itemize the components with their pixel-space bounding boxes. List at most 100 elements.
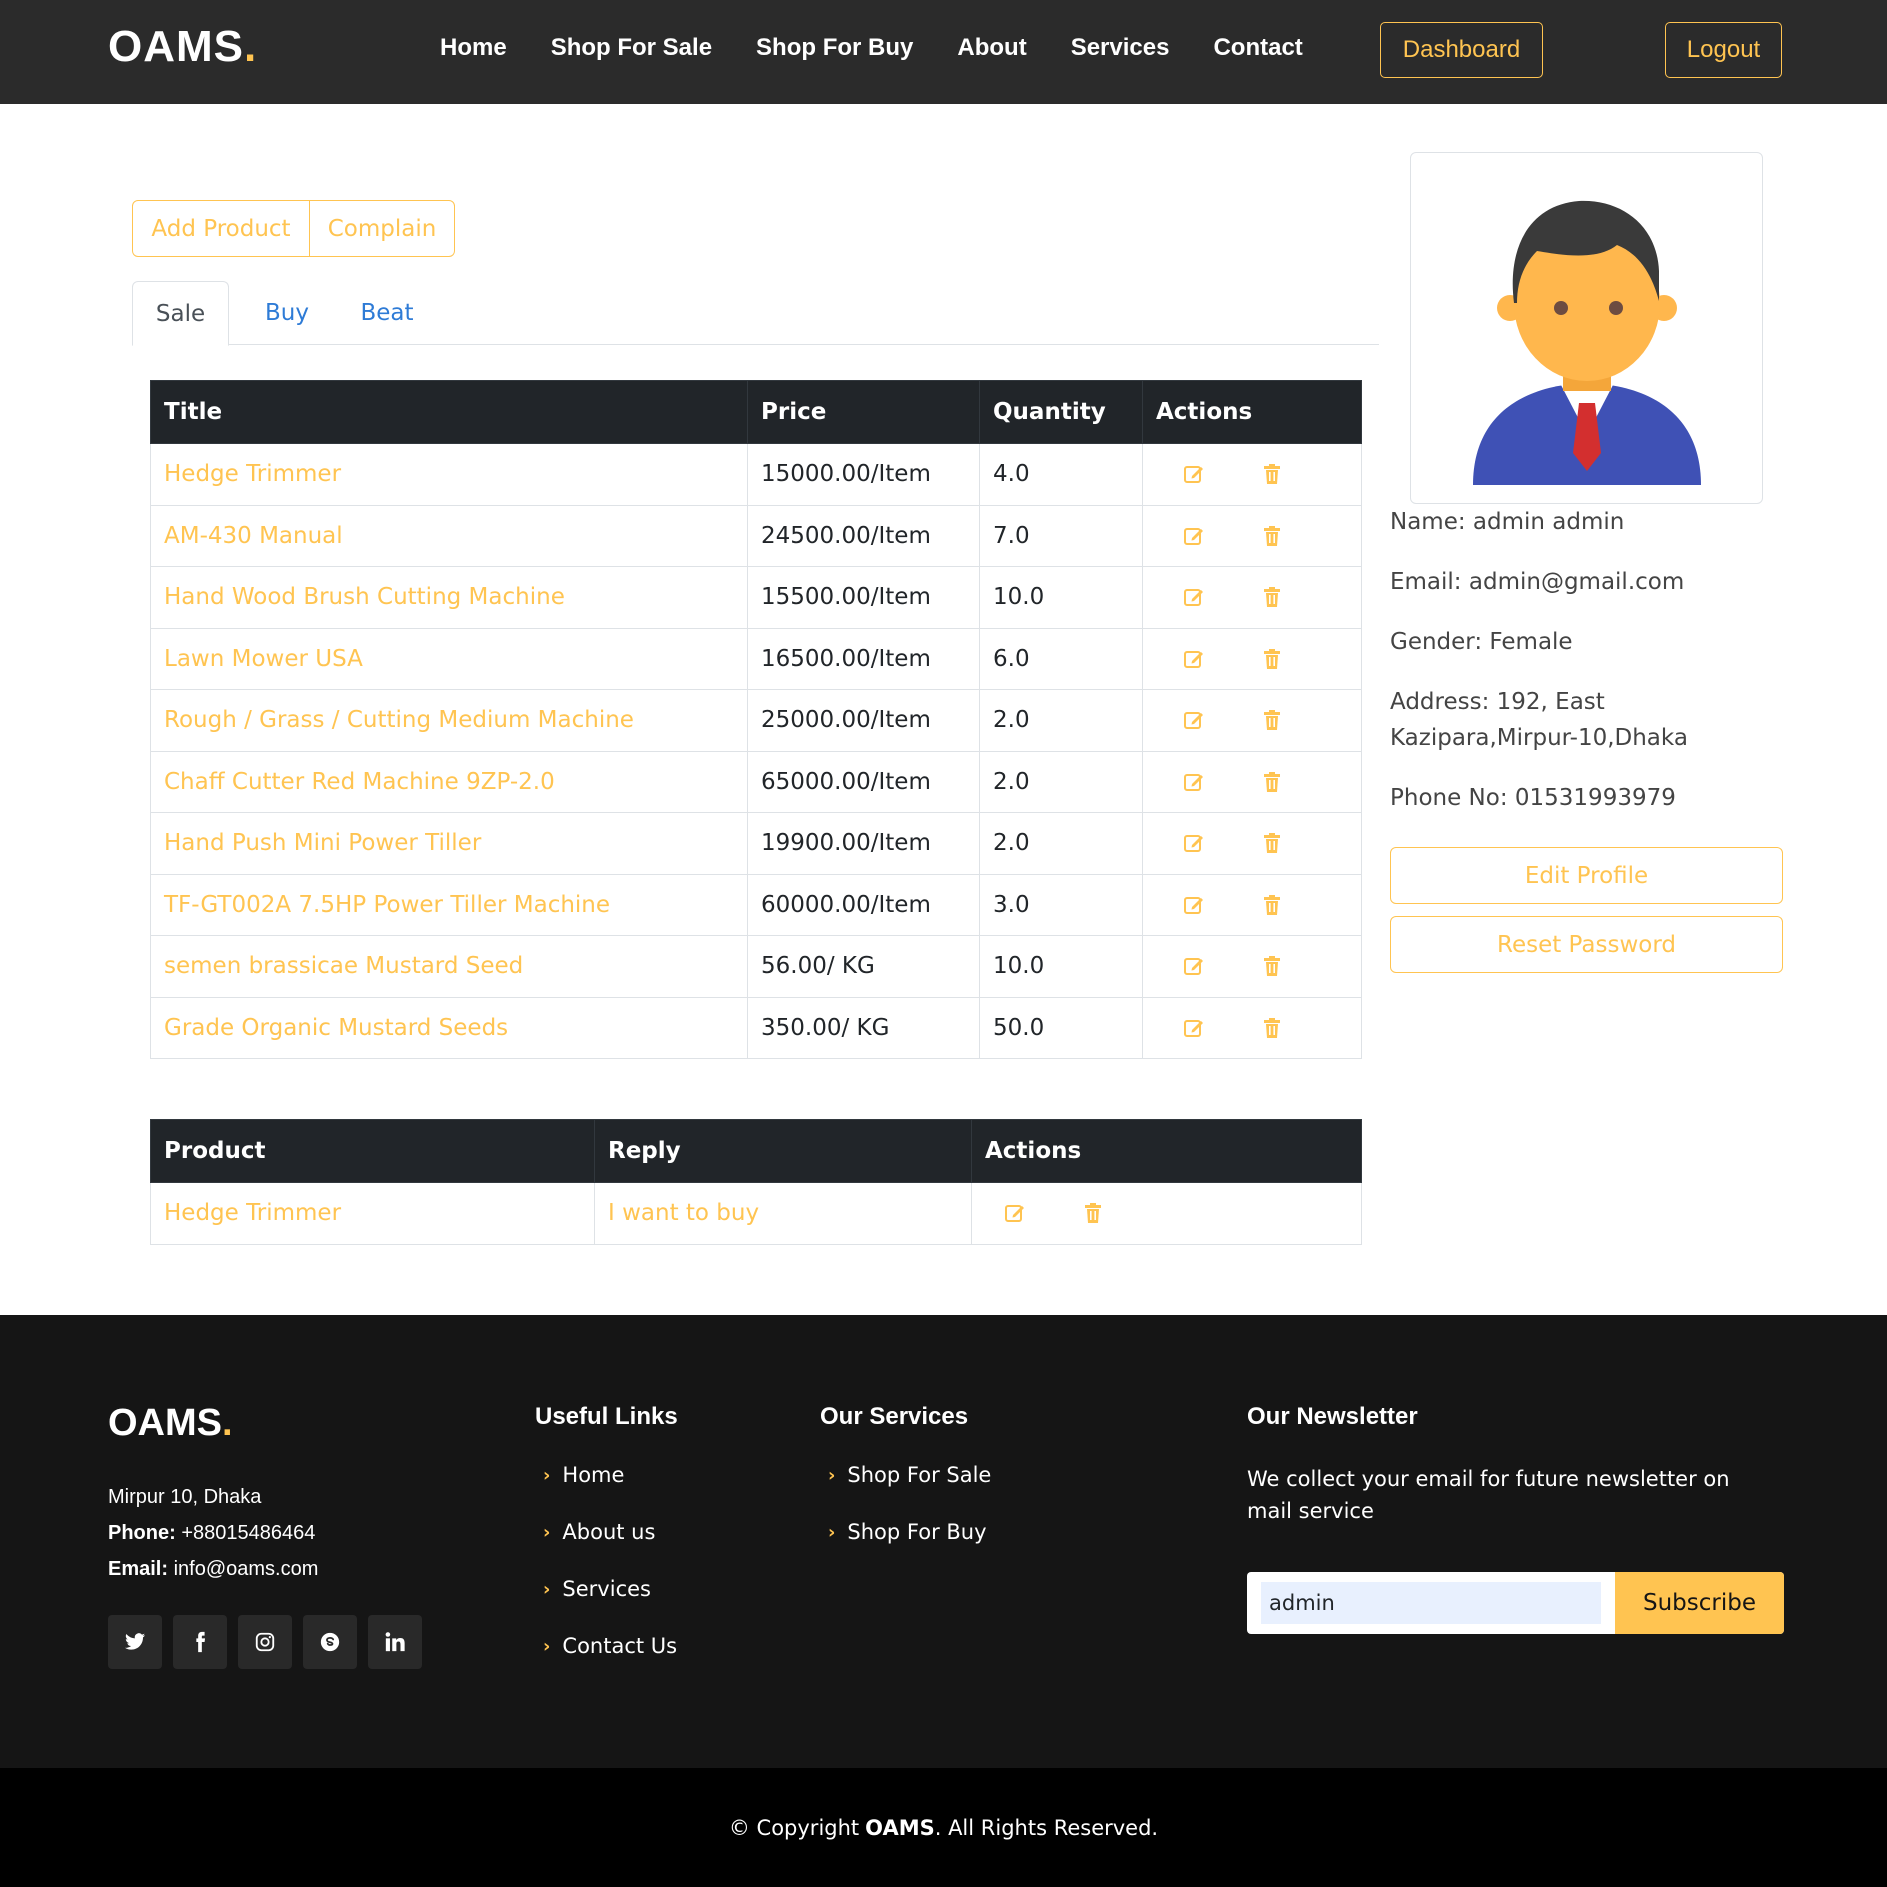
footer-link-label: Services (562, 1577, 651, 1601)
footer-link-label: About us (562, 1520, 656, 1544)
product-price: 15000.00/Item (747, 443, 980, 506)
instagram-icon[interactable] (238, 1615, 292, 1669)
table-row: Grade Organic Mustard Seeds 350.00/ KG 50.… (150, 996, 1362, 1059)
product-title-link[interactable]: Hand Push Mini Power Tiller (150, 812, 748, 875)
profile-phone: Phone No: 01531993979 (1390, 785, 1676, 811)
product-quantity: 10.0 (979, 935, 1143, 998)
delete-icon[interactable] (1260, 954, 1284, 978)
product-title-link[interactable]: semen brassicae Mustard Seed (150, 935, 748, 998)
edit-icon[interactable] (1182, 462, 1206, 486)
facebook-icon[interactable] (173, 1615, 227, 1669)
actions-cell (1142, 627, 1362, 690)
edit-icon[interactable] (1182, 770, 1206, 794)
product-title-link[interactable]: Rough / Grass / Cutting Medium Machine (150, 689, 748, 752)
copyright-brand: OAMS (865, 1815, 935, 1840)
dashboard-button[interactable]: Dashboard (1380, 22, 1543, 78)
column-header-quantity: Quantity (979, 380, 1143, 444)
edit-icon[interactable] (1182, 708, 1206, 732)
delete-icon[interactable] (1260, 893, 1284, 917)
table-row: Hedge Trimmer I want to buy (150, 1182, 1362, 1245)
add-product-button[interactable]: Add Product (133, 201, 310, 256)
nav-shop-for-buy[interactable]: Shop For Buy (756, 34, 913, 62)
edit-icon[interactable] (1182, 524, 1206, 548)
tab-beat[interactable]: Beat (342, 281, 432, 345)
delete-icon[interactable] (1260, 462, 1284, 486)
actions-cell (1142, 996, 1362, 1059)
footer-email-label: Email: (108, 1558, 169, 1580)
products-table: Title Price Quantity Actions Hedge Trimm… (150, 380, 1362, 1059)
edit-icon[interactable] (1182, 585, 1206, 609)
edit-icon[interactable] (1003, 1201, 1027, 1225)
reply-product-link[interactable]: Hedge Trimmer (150, 1182, 595, 1245)
nav-home[interactable]: Home (440, 34, 507, 62)
product-price: 350.00/ KG (747, 996, 980, 1059)
logout-button[interactable]: Logout (1665, 22, 1782, 78)
table-row: AM-430 Manual 24500.00/Item 7.0 (150, 504, 1362, 567)
footer-link-services[interactable]: › Services (543, 1577, 651, 1601)
footer-link-home[interactable]: › Home (543, 1463, 624, 1487)
product-title-link[interactable]: Hedge Trimmer (150, 443, 748, 506)
product-title-link[interactable]: Grade Organic Mustard Seeds (150, 996, 748, 1059)
footer-phone-label: Phone: (108, 1522, 176, 1544)
chevron-right-icon: › (543, 1578, 551, 1600)
delete-icon[interactable] (1260, 770, 1284, 794)
nav-services[interactable]: Services (1071, 34, 1170, 62)
edit-icon[interactable] (1182, 1016, 1206, 1040)
footer-link-shop-for-buy[interactable]: › Shop For Buy (828, 1520, 987, 1544)
table-row: Lawn Mower USA 16500.00/Item 6.0 (150, 627, 1362, 690)
delete-icon[interactable] (1260, 585, 1284, 609)
newsletter-email-input[interactable] (1261, 1582, 1601, 1624)
product-title-link[interactable]: Chaff Cutter Red Machine 9ZP-2.0 (150, 750, 748, 813)
delete-icon[interactable] (1260, 524, 1284, 548)
delete-icon[interactable] (1260, 831, 1284, 855)
delete-icon[interactable] (1081, 1201, 1105, 1225)
product-title-link[interactable]: TF-GT002A 7.5HP Power Tiller Machine (150, 873, 748, 936)
reset-password-button[interactable]: Reset Password (1390, 916, 1783, 973)
edit-icon[interactable] (1182, 647, 1206, 671)
footer-link-shop-for-sale[interactable]: › Shop For Sale (828, 1463, 991, 1487)
twitter-icon[interactable] (108, 1615, 162, 1669)
column-header-product: Product (150, 1119, 595, 1183)
nav-contact[interactable]: Contact (1213, 34, 1302, 62)
delete-icon[interactable] (1260, 1016, 1284, 1040)
actions-cell (1142, 443, 1362, 506)
edit-icon[interactable] (1182, 893, 1206, 917)
newsletter-form: Subscribe (1247, 1572, 1784, 1634)
reply-text-link[interactable]: I want to buy (594, 1182, 972, 1245)
subscribe-button[interactable]: Subscribe (1615, 1572, 1784, 1634)
product-price: 25000.00/Item (747, 689, 980, 752)
product-title-link[interactable]: Hand Wood Brush Cutting Machine (150, 566, 748, 629)
profile-address-line2: Kazipara,Mirpur-10,Dhaka (1390, 725, 1688, 751)
footer-link-about-us[interactable]: › About us (543, 1520, 655, 1544)
footer-link-label: Shop For Sale (847, 1463, 992, 1487)
nav-shop-for-sale[interactable]: Shop For Sale (551, 34, 712, 62)
skype-icon[interactable] (303, 1615, 357, 1669)
complain-button[interactable]: Complain (310, 201, 454, 256)
product-price: 16500.00/Item (747, 627, 980, 690)
delete-icon[interactable] (1260, 647, 1284, 671)
nav-about[interactable]: About (957, 34, 1026, 62)
product-title-link[interactable]: AM-430 Manual (150, 504, 748, 567)
tab-buy[interactable]: Buy (247, 281, 327, 345)
replies-table: Product Reply Actions Hedge Trimmer I wan… (150, 1119, 1362, 1245)
footer-link-contact-us[interactable]: › Contact Us (543, 1634, 677, 1658)
footer-email-value: info@oams.com (173, 1558, 319, 1580)
logo-text: OAMS (108, 22, 244, 71)
table-header-row: Product Reply Actions (150, 1119, 1362, 1183)
linkedin-icon[interactable] (368, 1615, 422, 1669)
actions-cell (1142, 689, 1362, 752)
action-button-group: Add Product Complain (132, 200, 455, 257)
chevron-right-icon: › (543, 1635, 551, 1657)
tab-sale[interactable]: Sale (132, 281, 229, 346)
product-title-link[interactable]: Lawn Mower USA (150, 627, 748, 690)
copyright-bar: © Copyright OAMS . All Rights Reserved. (0, 1768, 1887, 1887)
profile-gender: Gender: Female (1390, 629, 1573, 655)
table-row: Rough / Grass / Cutting Medium Machine 25… (150, 689, 1362, 752)
edit-icon[interactable] (1182, 954, 1206, 978)
edit-profile-button[interactable]: Edit Profile (1390, 847, 1783, 904)
edit-icon[interactable] (1182, 831, 1206, 855)
table-row: Hand Wood Brush Cutting Machine 15500.00/… (150, 566, 1362, 629)
footer-link-label: Contact Us (562, 1634, 678, 1658)
delete-icon[interactable] (1260, 708, 1284, 732)
site-logo[interactable]: OAMS. (108, 22, 257, 72)
